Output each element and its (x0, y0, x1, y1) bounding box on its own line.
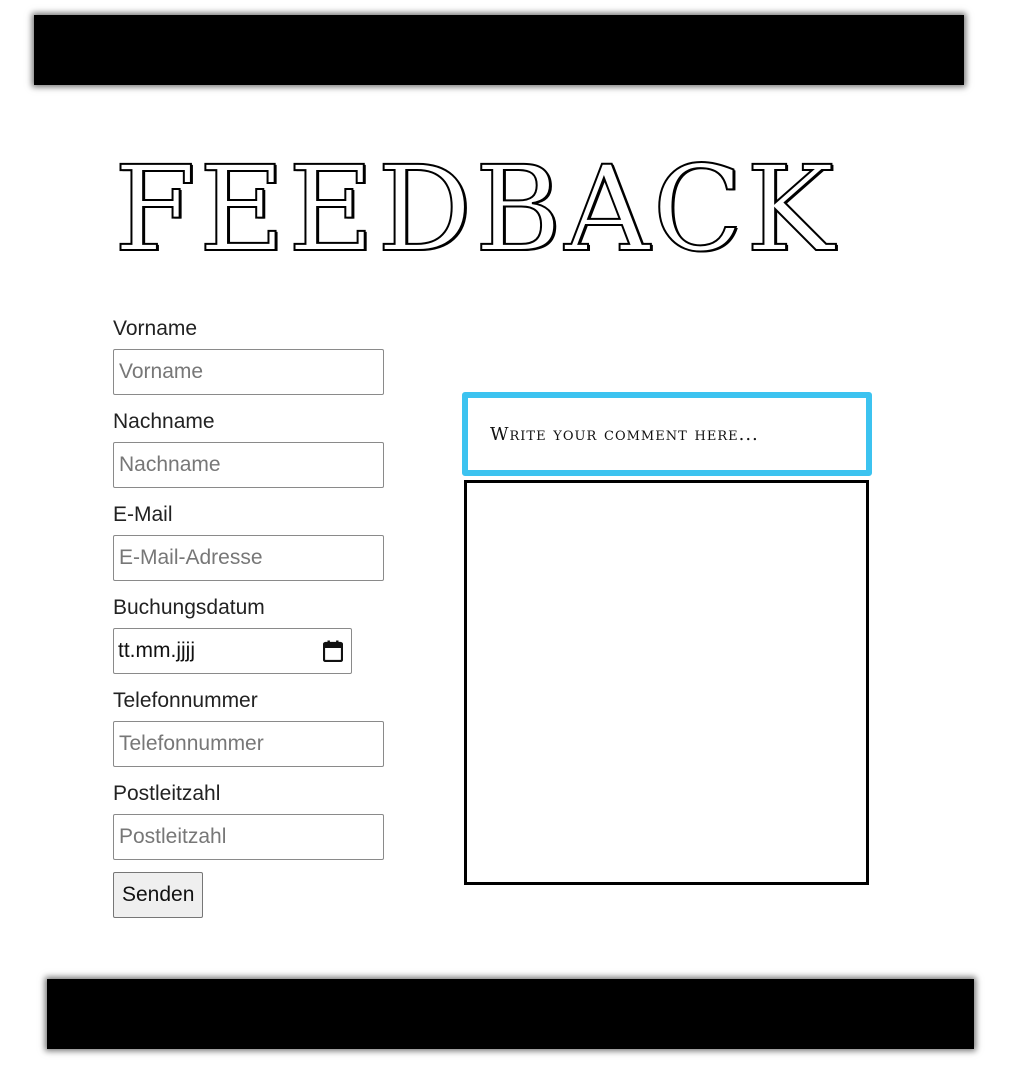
booking-date-group: Buchungsdatum tt.mm.jjjj (113, 595, 413, 674)
booking-date-value: tt.mm.jjjj (118, 639, 195, 662)
phone-group: Telefonnummer (113, 688, 413, 767)
header-bar (34, 15, 964, 85)
postal-code-group: Postleitzahl (113, 781, 413, 860)
phone-label: Telefonnummer (113, 689, 258, 712)
email-group: E-Mail (113, 502, 413, 581)
email-label: E-Mail (113, 503, 173, 526)
last-name-label: Nachname (113, 410, 215, 433)
send-button[interactable]: Senden (113, 872, 204, 918)
last-name-input[interactable] (113, 442, 384, 488)
comment-header: Write your comment here... (462, 392, 872, 476)
first-name-group: Vorname (113, 316, 413, 395)
phone-input[interactable] (113, 721, 384, 767)
first-name-label: Vorname (113, 317, 198, 340)
postal-code-input[interactable] (113, 814, 384, 860)
email-input[interactable] (113, 535, 384, 581)
calendar-icon[interactable] (323, 640, 343, 662)
page-title: FEEDBACK (113, 140, 838, 278)
first-name-input[interactable] (113, 349, 384, 395)
last-name-group: Nachname (113, 409, 413, 488)
feedback-form: Vorname Nachname E-Mail Buchungsdatum tt… (113, 316, 413, 918)
comment-textarea[interactable] (464, 480, 869, 885)
postal-code-label: Postleitzahl (113, 782, 221, 805)
booking-date-input[interactable]: tt.mm.jjjj (113, 628, 352, 674)
booking-date-label: Buchungsdatum (113, 596, 265, 619)
footer-bar (47, 979, 974, 1049)
